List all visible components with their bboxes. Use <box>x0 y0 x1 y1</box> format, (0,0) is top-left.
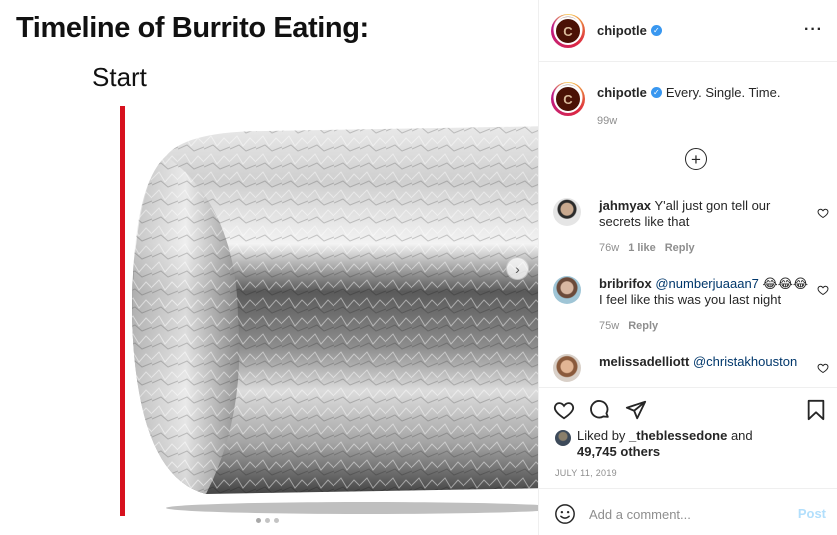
avatar[interactable]: C <box>551 14 585 48</box>
likes-prefix: Liked by <box>577 428 626 443</box>
comment-timestamp[interactable]: 75w <box>599 320 619 332</box>
avatar[interactable] <box>553 198 581 226</box>
chipotle-logo-icon: C <box>554 17 582 45</box>
share-send-icon[interactable] <box>625 399 647 421</box>
comment-text: I feel like this was you last night <box>599 292 782 307</box>
comment-bubble-icon[interactable] <box>589 399 611 421</box>
like-heart-icon[interactable] <box>553 399 575 421</box>
comment-timestamp[interactable]: 76w <box>599 242 619 254</box>
media-title: Timeline of Burrito Eating: <box>16 12 369 44</box>
header-username[interactable]: chipotle <box>597 23 647 38</box>
post-comment-button[interactable]: Post <box>798 506 826 521</box>
verified-badge-icon: ✓ <box>650 25 662 36</box>
comment-reply-button[interactable]: Reply <box>665 242 695 254</box>
comment-username[interactable]: jahmyax <box>599 198 651 213</box>
heart-icon[interactable] <box>817 207 829 219</box>
post-sidebar: C chipotle ✓ ··· C chipotle ✓ Every. Sin… <box>538 0 837 535</box>
post-date[interactable]: July 11, 2019 <box>555 468 617 478</box>
comment-item: jahmyax Y'all just gon tell our secrets … <box>551 198 831 258</box>
comment-emoji: 😂😂😂 <box>762 276 809 291</box>
caption-timestamp[interactable]: 99w <box>597 115 617 127</box>
comment-like-count[interactable]: 1 like <box>628 242 656 254</box>
chevron-right-icon: › <box>515 260 520 277</box>
verified-badge-icon: ✓ <box>650 87 662 98</box>
post-header: C chipotle ✓ ··· <box>539 0 837 62</box>
comment-item: melissadelliott @christakhouston <box>551 354 831 386</box>
avatar[interactable] <box>553 276 581 304</box>
load-more-comments-button[interactable]: + <box>685 148 707 170</box>
caption-username[interactable]: chipotle <box>597 85 647 100</box>
timeline-start-line <box>120 106 125 516</box>
liked-by-user[interactable]: _theblessedone <box>629 428 727 443</box>
emoji-icon[interactable] <box>554 503 576 525</box>
caption-text: Every. Single. Time. <box>665 85 781 100</box>
avatar[interactable]: C <box>551 82 585 116</box>
comment-username[interactable]: bribrifox <box>599 276 652 291</box>
comment-username[interactable]: melissadelliott <box>599 354 689 369</box>
carousel-dot <box>265 518 270 523</box>
comment-reply-button[interactable]: Reply <box>628 320 658 332</box>
likes-joiner: and <box>730 428 753 443</box>
heart-icon[interactable] <box>817 362 829 374</box>
comment-mention[interactable]: @christakhouston <box>693 354 797 369</box>
comment-mention[interactable]: @numberjuaaan7 <box>655 276 759 291</box>
more-options-icon[interactable]: ··· <box>804 21 823 39</box>
comment-input[interactable] <box>589 503 779 525</box>
carousel-indicator <box>256 518 279 523</box>
carousel-dot <box>274 518 279 523</box>
heart-icon[interactable] <box>817 284 829 296</box>
post-actions: Liked by _theblessedone and 49,745 other… <box>539 387 837 535</box>
comment-item: bribrifox @numberjuaaan7 😂😂😂 I feel like… <box>551 276 831 336</box>
carousel-dot <box>256 518 261 523</box>
carousel-next-button[interactable]: › <box>506 257 529 280</box>
plus-circle-icon: + <box>691 149 701 169</box>
burrito-image <box>132 126 538 514</box>
bookmark-icon[interactable] <box>805 399 827 421</box>
chipotle-logo-icon: C <box>554 85 582 113</box>
avatar[interactable] <box>555 430 571 446</box>
add-comment-bar: Post <box>539 488 837 535</box>
likes-others-count[interactable]: 49,745 others <box>577 444 660 459</box>
post-media[interactable]: Timeline of Burrito Eating: Start › <box>0 0 538 535</box>
media-start-label: Start <box>92 62 147 92</box>
avatar[interactable] <box>553 354 581 382</box>
